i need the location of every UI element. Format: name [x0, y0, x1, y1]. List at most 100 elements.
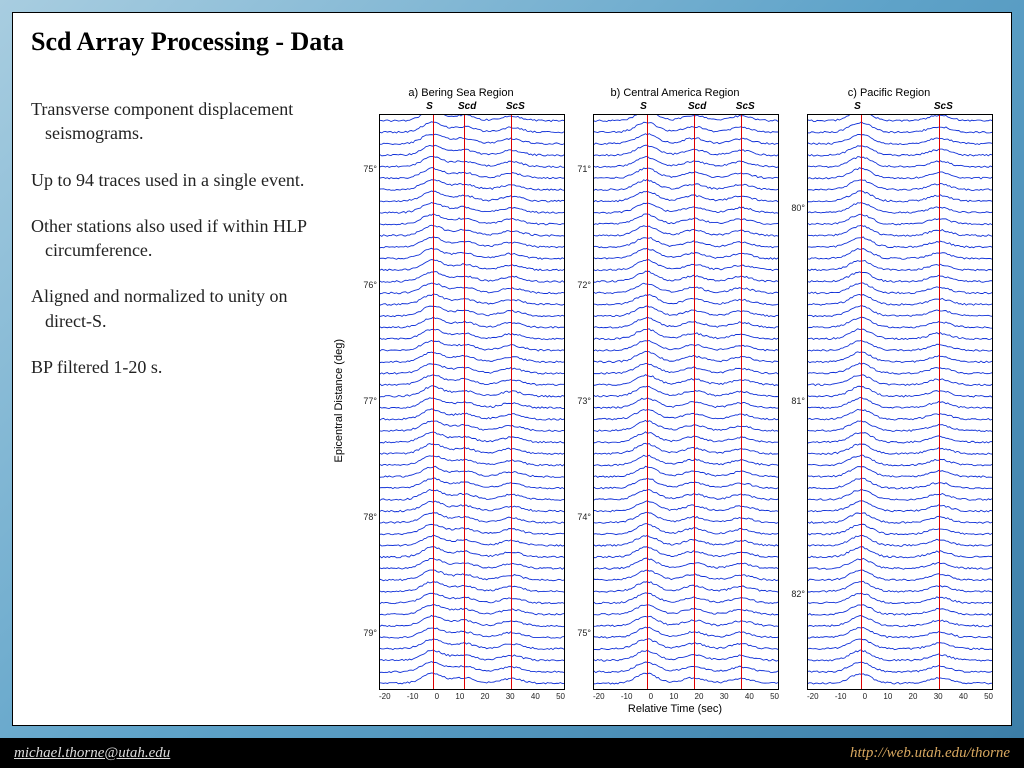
seismogram-trace — [594, 605, 778, 615]
phase-label: ScS — [736, 101, 755, 112]
plot-column: SScS-20-1001020304050 — [807, 101, 993, 701]
seismogram-trace — [380, 593, 564, 603]
seismogram-trace — [380, 122, 564, 133]
seismogram-trace — [808, 180, 992, 191]
seismogram-trace — [594, 271, 778, 282]
phase-labels: SScS — [807, 101, 993, 113]
seismogram-trace — [808, 191, 992, 202]
seismogram-trace — [808, 122, 992, 133]
x-ticks: -20-1001020304050 — [593, 690, 779, 701]
seismogram-trace — [594, 547, 778, 558]
seismogram-trace — [808, 558, 992, 569]
x-tick: 40 — [959, 692, 968, 701]
plot-column: SScdScS-20-1001020304050 — [379, 101, 565, 701]
seismogram-trace — [594, 627, 778, 638]
seismogram-trace — [380, 582, 564, 593]
seismogram-trace — [380, 168, 564, 179]
seismogram-trace — [808, 214, 992, 225]
seismogram-trace — [808, 134, 992, 144]
x-axis-label: Relative Time (sec) — [357, 703, 993, 715]
slide-frame: Scd Array Processing - Data Transverse c… — [0, 0, 1024, 738]
seismogram-trace — [594, 306, 778, 317]
seismogram-trace — [594, 340, 778, 351]
seismogram-trace — [808, 249, 992, 260]
seismogram-trace — [808, 467, 992, 478]
seismogram-trace — [808, 225, 992, 236]
phase-label: S — [640, 101, 647, 112]
seismogram-trace — [808, 203, 992, 214]
seismogram-trace — [594, 317, 778, 328]
y-tick: 78° — [357, 512, 377, 522]
seismogram-trace — [594, 115, 778, 122]
seismogram-trace — [380, 317, 564, 328]
seismogram-trace — [808, 513, 992, 523]
panel-title: b) Central America Region — [571, 87, 779, 99]
seismogram-trace — [380, 145, 564, 156]
phase-labels: SScdScS — [593, 101, 779, 113]
seismogram-trace — [380, 535, 564, 546]
seismogram-trace — [380, 650, 564, 661]
seismogram-trace — [594, 524, 778, 535]
seismogram-trace — [380, 456, 564, 466]
seismogram-trace — [380, 444, 564, 455]
seismogram-svg — [594, 115, 778, 689]
seismogram-trace — [594, 226, 778, 236]
seismogram-trace — [808, 421, 992, 432]
seismogram-trace — [808, 581, 992, 592]
seismogram-trace — [594, 512, 778, 523]
panel-b: b) Central America Region71°72°73°74°75°… — [571, 87, 779, 701]
x-tick: -20 — [379, 692, 391, 701]
x-tick: 40 — [531, 692, 540, 701]
seismogram-trace — [808, 593, 992, 603]
seismogram-trace — [808, 305, 992, 316]
seismogram-trace — [808, 662, 992, 672]
x-tick: -10 — [835, 692, 847, 701]
seismogram-trace — [380, 191, 564, 202]
seismogram-trace — [808, 535, 992, 546]
bullet-item: Other stations also used if within HLP c… — [31, 214, 321, 263]
seismogram-trace — [380, 570, 564, 581]
seismogram-trace — [380, 214, 564, 225]
bullet-item: BP filtered 1-20 s. — [31, 355, 321, 379]
bullet-item: Aligned and normalized to unity on direc… — [31, 284, 321, 333]
seismogram-trace — [594, 179, 778, 190]
seismogram-trace — [380, 375, 564, 386]
seismogram-trace — [808, 272, 992, 282]
seismogram-trace — [594, 420, 778, 431]
seismogram-trace — [594, 134, 778, 145]
seismogram-trace — [594, 295, 778, 306]
seismogram-trace — [594, 248, 778, 259]
seismogram-trace — [594, 432, 778, 443]
seismogram-trace — [594, 145, 778, 156]
seismogram-trace — [594, 122, 778, 133]
record-section-plot — [379, 114, 565, 690]
seismogram-trace — [380, 225, 564, 236]
phase-line — [433, 115, 434, 689]
seismogram-trace — [808, 455, 992, 466]
x-tick: 50 — [556, 692, 565, 701]
seismogram-trace — [594, 570, 778, 581]
seismogram-trace — [594, 558, 778, 569]
seismogram-trace — [808, 397, 992, 408]
plot-column: SScdScS-20-1001020304050 — [593, 101, 779, 701]
seismogram-trace — [380, 398, 564, 409]
seismogram-trace — [380, 421, 564, 431]
seismogram-trace — [808, 317, 992, 328]
record-section-plot — [593, 114, 779, 690]
x-tick: -20 — [807, 692, 819, 701]
seismogram-trace — [380, 306, 564, 317]
seismogram-trace — [808, 639, 992, 650]
y-tick: 75° — [571, 628, 591, 638]
y-tick: 71° — [571, 164, 591, 174]
seismogram-trace — [594, 386, 778, 397]
figure-area: a) Bering Sea Region75°76°77°78°79°SScdS… — [357, 87, 993, 715]
footer-url[interactable]: http://web.utah.edu/thorne — [850, 745, 1010, 762]
x-tick: 20 — [695, 692, 704, 701]
x-tick: 20 — [481, 692, 490, 701]
x-tick: 50 — [770, 692, 779, 701]
phase-line — [741, 115, 742, 689]
seismogram-trace — [594, 283, 778, 293]
x-tick: 40 — [745, 692, 754, 701]
footer-email[interactable]: michael.thorne@utah.edu — [14, 745, 170, 762]
y-tick: 77° — [357, 396, 377, 406]
